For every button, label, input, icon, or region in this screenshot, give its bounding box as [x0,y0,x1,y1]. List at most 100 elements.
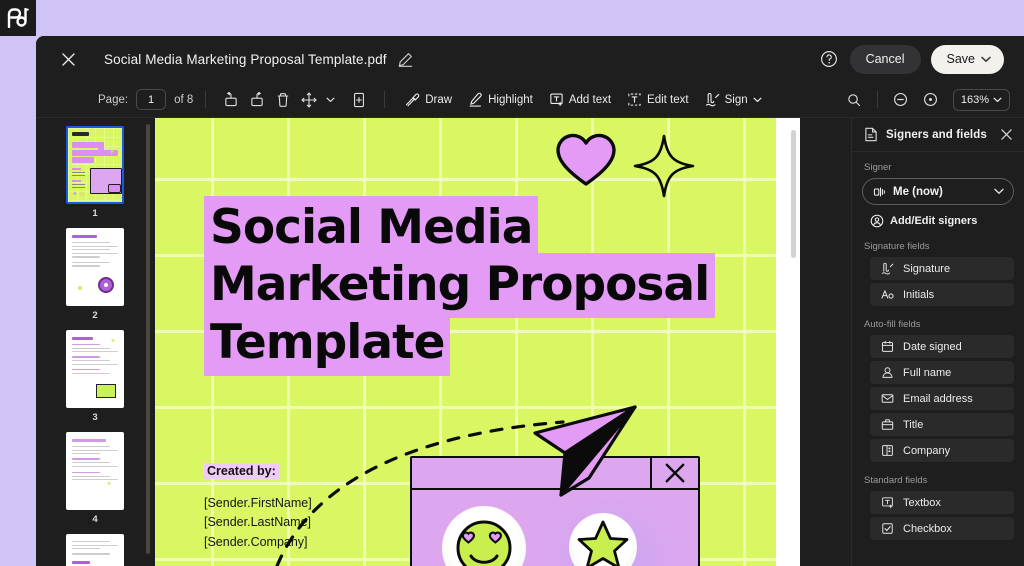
app-window: Social Media Marketing Proposal Template… [36,36,1024,566]
help-icon[interactable] [818,48,840,70]
thumbnail-number: 2 [92,310,98,321]
thumbnail-scrollbar[interactable] [146,124,150,554]
zoom-out-icon[interactable] [888,88,914,112]
field-company[interactable]: Company [870,439,1014,462]
toolbar: Page: of 8 [36,82,1024,118]
created-by-text: Created by: [204,463,279,479]
document-page[interactable]: Social Media Marketing Proposal Template… [155,118,800,566]
thumbnail-page-1[interactable]: ✦ ✦☆ [66,126,124,204]
field-label: Date signed [903,340,962,353]
move-icon[interactable] [296,88,322,112]
rotate-left-icon[interactable] [218,88,244,112]
toolbar-divider-2 [384,91,386,108]
thumbnail-rail[interactable]: ✦ ✦☆ 1 2 ✦ 3 ✦ 4 [36,118,154,566]
page-label: Page: [98,93,129,106]
page-title: Social Media Marketing Proposal Template… [104,51,387,67]
chevron-down-icon [753,97,762,103]
list-item[interactable]: 2 [36,228,154,321]
field-label: Company [903,444,951,457]
heart-eyes-emoji-icon [454,518,514,566]
workspace: ✦ ✦☆ 1 2 ✦ 3 ✦ 4 Social Media Marketing … [36,118,1024,566]
add-text-label: Add text [568,93,612,106]
thumb-graphic [96,384,116,398]
signer-group-label: Signer [864,162,892,173]
cancel-button[interactable]: Cancel [849,44,921,74]
draw-icon [405,92,420,107]
thumb-line [72,372,110,374]
list-item[interactable]: 5 [36,534,154,566]
thumb-line [72,446,110,448]
delete-page-icon[interactable] [270,88,296,112]
headline-line-3: Template [204,310,451,376]
thumbnail-page-2[interactable] [66,228,124,306]
building-icon [880,444,894,458]
thumbnail-page-4[interactable]: ✦ [66,432,124,510]
highlight-tool[interactable]: Highlight [460,88,541,112]
sign-label: Sign [724,93,748,106]
add-text-icon [549,92,564,107]
add-text-tool[interactable]: Add text [541,88,619,112]
draw-tool[interactable]: Draw [397,88,460,112]
thumb-star: ✦ [110,338,116,345]
list-item[interactable]: ✦ 3 [36,330,154,423]
add-edit-signers-button[interactable]: Add/Edit signers [870,214,1014,228]
thumb-line [72,548,100,550]
document-canvas[interactable]: Social Media Marketing Proposal Template… [154,118,851,566]
page-number-input[interactable] [136,89,167,110]
highlight-label: Highlight [488,93,533,106]
rotate-right-icon[interactable] [244,88,270,112]
pandadoc-logo[interactable] [0,0,36,36]
insert-page-icon[interactable] [346,88,372,112]
titlebar: Social Media Marketing Proposal Template… [36,36,1024,82]
thumbnail-page-3[interactable]: ✦ [66,330,124,408]
emoji-bubble [442,506,526,566]
field-email-address[interactable]: Email address [870,387,1014,410]
field-date-signed[interactable]: Date signed [870,335,1014,358]
thumb-line [72,356,100,358]
thumb-line [72,245,118,247]
thumb-heading [72,337,94,340]
thumb-line [72,252,118,255]
close-icon[interactable] [998,127,1014,143]
close-icon[interactable] [54,45,82,73]
star-icon [577,519,629,566]
add-person-icon [870,214,884,228]
save-button[interactable]: Save [930,44,1004,74]
edit-text-tool[interactable]: Edit text [619,88,697,112]
move-dropdown-chevron-icon[interactable] [322,88,338,112]
search-icon[interactable] [841,88,867,112]
sign-icon [705,92,720,107]
signer-select[interactable]: Me (now) [862,178,1014,205]
thumb-line [72,449,118,451]
thumbnail-page-5[interactable] [66,534,124,566]
app-root: Social Media Marketing Proposal Template… [0,0,1024,566]
thumbnail-number: 4 [92,514,98,525]
draw-label: Draw [425,93,453,106]
signer-icon [873,185,887,199]
field-title[interactable]: Title [870,413,1014,436]
signer-value: Me (now) [893,185,943,198]
field-initials[interactable]: Initials [870,283,1014,306]
list-item[interactable]: ✦ ✦☆ 1 [36,126,154,219]
signature-fields-group-label: Signature fields [864,241,930,252]
calendar-icon [880,340,894,354]
thumb-line [72,553,110,555]
edit-title-icon[interactable] [397,50,415,68]
field-textbox[interactable]: Textbox [870,491,1014,514]
sign-tool[interactable]: Sign [697,88,770,112]
zoom-level-dropdown[interactable]: 163% [952,88,1010,111]
list-item[interactable]: ✦ 4 [36,432,154,525]
field-full-name[interactable]: Full name [870,361,1014,384]
field-signature[interactable]: Signature [870,257,1014,280]
thumb-star: ✦ [106,481,112,488]
document-artboard: Social Media Marketing Proposal Template… [155,118,776,566]
thumb-line [72,475,110,477]
zoom-in-icon[interactable] [918,88,944,112]
thumb-target-graphic [98,277,114,293]
chevron-down-icon [993,97,1002,103]
thumb-line [72,242,110,244]
field-checkbox[interactable]: Checkbox [870,517,1014,540]
thumb-star: ✦ [109,149,115,156]
document-scrollbar[interactable] [791,130,796,258]
toolbar-divider-3 [876,91,878,108]
